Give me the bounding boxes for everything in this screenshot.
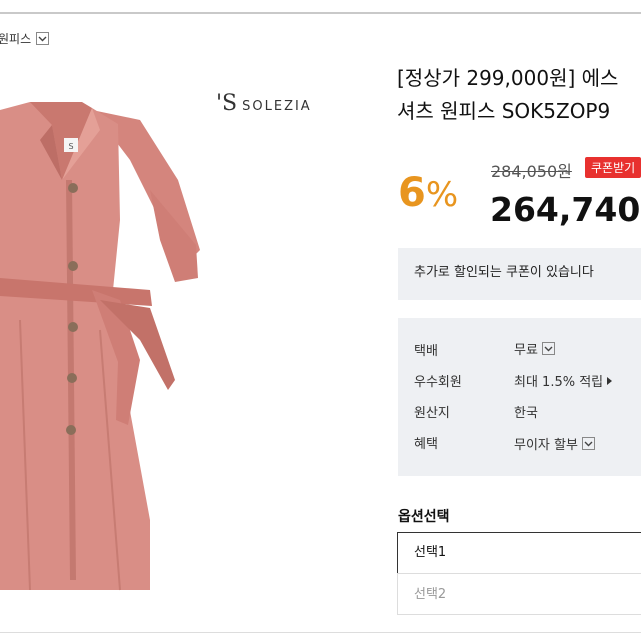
benefit-value-text: 무이자 할부	[514, 438, 578, 453]
coupon-notice[interactable]: 추가로 할인되는 쿠폰이 있습니다	[398, 248, 641, 300]
shipping-label: 택배	[414, 344, 438, 359]
info-panel: 택배 무료 우수회원 최대 1.5% 적립 원산지 한국 혜택 무이자 할부	[398, 318, 641, 476]
shipping-value-text: 무료	[514, 343, 538, 358]
breadcrumb[interactable]: 원피스	[0, 30, 50, 47]
svg-text:S: S	[68, 142, 73, 151]
brand-logo: 'S SOLEZIA	[216, 91, 312, 116]
origin-label: 원산지	[414, 406, 450, 421]
benefit-value[interactable]: 무이자 할부	[514, 434, 595, 453]
discount-rate: 6%	[398, 170, 458, 216]
origin-value: 한국	[514, 406, 538, 421]
product-title: [정상가 299,000원] 에스 셔츠 원피스 SOK5ZOP9	[397, 62, 618, 128]
brand-mark: 'S	[216, 91, 238, 116]
breadcrumb-category[interactable]: 원피스	[0, 30, 31, 47]
option-select-1[interactable]: 선택1	[397, 532, 641, 574]
benefit-label: 혜택	[414, 437, 438, 452]
sale-price: 264,740원	[490, 190, 641, 229]
member-value-text: 최대 1.5% 적립	[514, 375, 604, 390]
discount-unit: %	[425, 175, 459, 215]
original-price: 284,050원	[491, 162, 572, 181]
shipping-value[interactable]: 무료	[514, 339, 555, 358]
chevron-right-icon[interactable]	[607, 376, 613, 385]
bottom-divider	[0, 632, 641, 633]
product-title-line1: [정상가 299,000원] 에스	[397, 66, 619, 90]
option-title: 옵션선택	[398, 509, 450, 525]
brand-name: SOLEZIA	[242, 99, 312, 114]
discount-value: 6	[398, 170, 426, 216]
chevron-down-icon[interactable]	[541, 342, 555, 355]
member-label: 우수회원	[414, 375, 462, 390]
top-divider	[0, 12, 641, 14]
product-image: S	[0, 102, 200, 591]
member-value[interactable]: 최대 1.5% 적립	[514, 371, 613, 390]
product-title-line2: 셔츠 원피스 SOK5ZOP9	[397, 99, 611, 123]
chevron-down-icon[interactable]	[36, 32, 50, 45]
chevron-down-icon[interactable]	[581, 437, 595, 450]
coupon-button[interactable]: 쿠폰받기	[585, 157, 641, 178]
option-select-2[interactable]: 선택2	[397, 573, 641, 615]
